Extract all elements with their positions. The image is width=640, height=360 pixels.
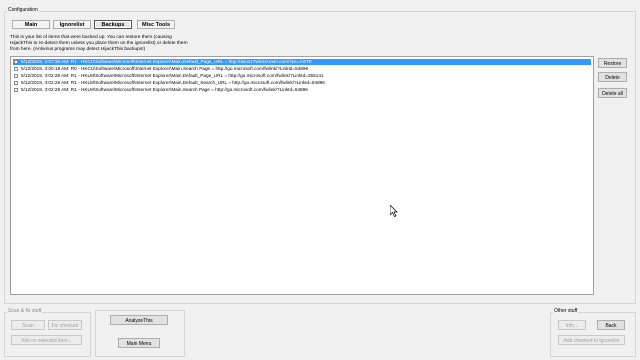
list-item[interactable]: 5/12/2019, 3:02:28 AM: R1 - HKLM\Softwar…: [13, 87, 591, 93]
list-item-text: 5/12/2019, 3:02:28 AM: R1 - HKLM\Softwar…: [21, 87, 308, 92]
tab-backups[interactable]: Backups: [94, 20, 132, 29]
tab-main[interactable]: Main: [12, 20, 50, 29]
item-checkbox[interactable]: [14, 81, 18, 85]
add-to-ignorelist-button[interactable]: Add checked to ignorelist: [558, 335, 625, 345]
list-item-text: 5/12/2019, 3:02:28 AM: R1 - HKLM\Softwar…: [21, 80, 325, 85]
list-item[interactable]: 5/12/2019, 3:02:28 AM: R1 - HKLM\Softwar…: [13, 73, 591, 79]
backups-list[interactable]: 5/12/2019, 2:57:36 AM: R1 - HKCU\Softwar…: [10, 56, 594, 295]
hijackthis-window: Configuration Main Ignorelist Backups Mi…: [0, 0, 640, 360]
main-menu-button[interactable]: Main Menu: [118, 338, 160, 348]
tab-misc-tools[interactable]: Misc Tools: [137, 20, 175, 29]
list-item[interactable]: 5/12/2019, 3:00:18 AM: R0 - HKCU\Softwar…: [13, 66, 591, 72]
item-checkbox[interactable]: [14, 88, 18, 92]
mouse-cursor-icon: [390, 205, 398, 217]
info-selected-button[interactable]: Info on selected item...: [11, 335, 82, 345]
item-checkbox[interactable]: [14, 60, 18, 64]
item-checkbox[interactable]: [14, 74, 18, 78]
scan-fix-group-label: Scan & fix stuff: [7, 308, 43, 314]
delete-button[interactable]: Delete: [598, 72, 627, 82]
scan-button[interactable]: Scan: [11, 320, 45, 330]
list-item[interactable]: 5/12/2019, 2:57:36 AM: R1 - HKCU\Softwar…: [13, 59, 591, 65]
restore-button[interactable]: Restore: [598, 58, 627, 68]
analyze-this-button[interactable]: AnalyzeThis: [110, 315, 168, 325]
tab-ignorelist[interactable]: Ignorelist: [53, 20, 91, 29]
back-button[interactable]: Back: [597, 320, 625, 330]
info-button[interactable]: Info...: [558, 320, 586, 330]
list-item[interactable]: 5/12/2019, 3:02:28 AM: R1 - HKLM\Softwar…: [13, 80, 591, 86]
list-item-text: 5/12/2019, 3:00:18 AM: R0 - HKCU\Softwar…: [21, 66, 309, 71]
delete-all-button[interactable]: Delete all: [598, 88, 627, 98]
fix-checked-button[interactable]: Fix checked: [48, 320, 82, 330]
item-checkbox[interactable]: [14, 67, 18, 71]
list-item-text: 5/12/2019, 2:57:36 AM: R1 - HKCU\Softwar…: [21, 59, 312, 64]
backups-description: This is your list of items that were bac…: [10, 35, 188, 52]
list-item-text: 5/12/2019, 3:02:28 AM: R1 - HKLM\Softwar…: [21, 73, 324, 78]
configuration-group-label: Configuration: [7, 7, 39, 13]
other-stuff-group-label: Other stuff: [553, 308, 579, 314]
